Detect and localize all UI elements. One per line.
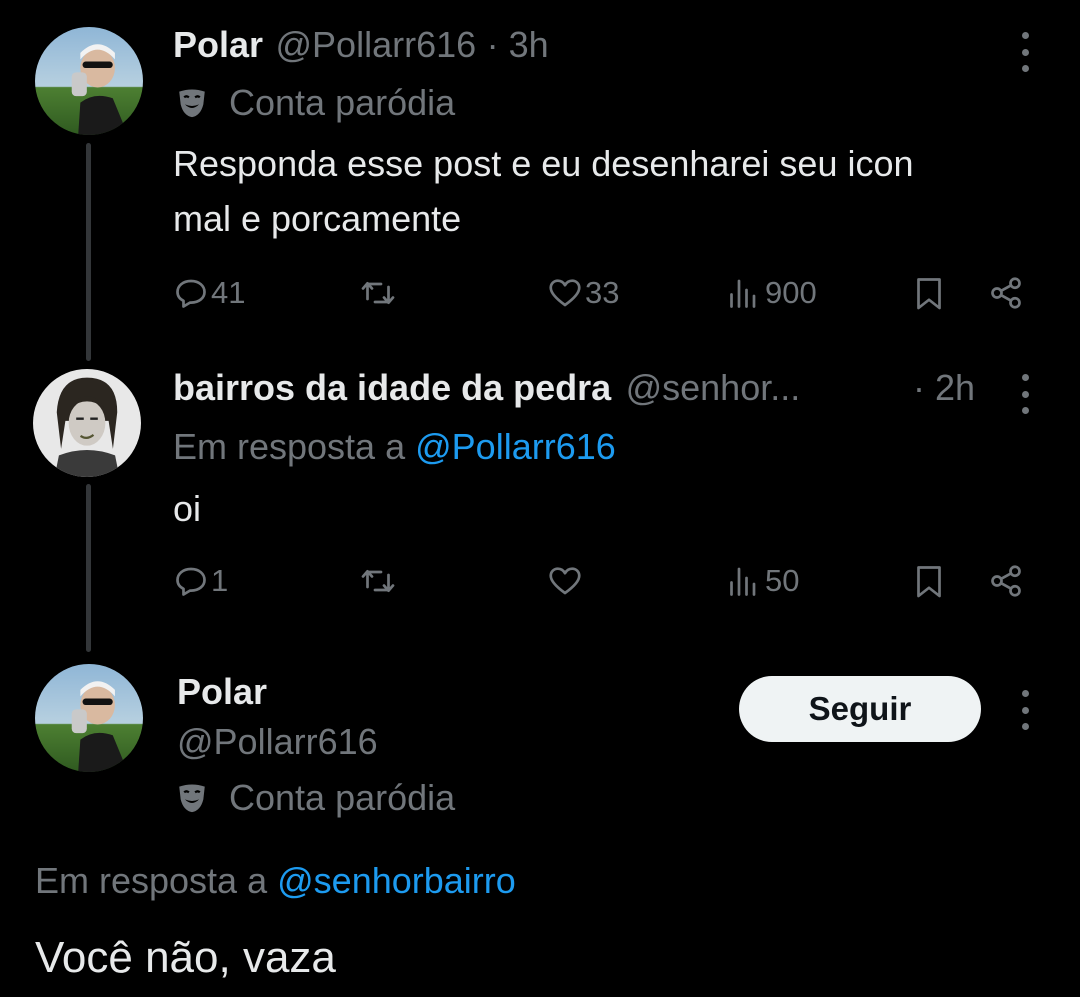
heart-icon (549, 567, 581, 595)
tweet-text-line: mal e porcamente (173, 198, 462, 239)
heart-icon (549, 279, 581, 307)
thread-line (86, 143, 91, 361)
avatar[interactable] (33, 369, 141, 477)
like-count: 33 (585, 275, 620, 310)
reply-to-link[interactable]: @senhorbairro (277, 860, 516, 901)
share-icon (991, 277, 1021, 309)
bookmark-icon (917, 278, 941, 310)
author-name[interactable]: Polar (173, 24, 263, 65)
parody-label: Conta paródia (229, 82, 456, 123)
tweet-text-line: Responda esse post e eu desenharei seu i… (173, 143, 914, 184)
retweet-icon (361, 569, 395, 593)
more-icon[interactable] (1018, 32, 1032, 72)
retweet-button[interactable] (360, 563, 398, 599)
avatar[interactable] (35, 664, 143, 772)
tweet-text: Você não, vaza (35, 933, 336, 982)
tweet-header: Polar @Pollarr616 · 3h (173, 24, 549, 66)
views-icon (730, 567, 756, 596)
thread-line (86, 484, 91, 652)
reply-prefix: Em resposta a (35, 860, 268, 901)
parody-badge: Conta paródia (175, 777, 455, 819)
retweet-button[interactable] (360, 275, 398, 311)
thread-view: Polar @Pollarr616 · 3h Conta paródia Res… (0, 0, 1080, 997)
follow-button[interactable]: Seguir (739, 676, 981, 742)
parody-label: Conta paródia (229, 777, 456, 818)
tweet-header: bairros da idade da pedra @senhor... (173, 367, 800, 409)
parody-mask-icon (179, 89, 205, 118)
author-handle[interactable]: @Pollarr616 (177, 721, 378, 763)
share-button[interactable] (988, 275, 1024, 311)
more-icon[interactable] (1018, 374, 1032, 414)
tweet-text: Responda esse post e eu desenharei seu i… (173, 136, 914, 246)
views-button[interactable]: 50 (727, 563, 799, 599)
views-count: 50 (765, 563, 800, 598)
parody-mask-icon (179, 784, 205, 813)
share-icon (991, 565, 1021, 597)
reply-button[interactable]: 1 (173, 563, 228, 599)
reply-count: 1 (211, 563, 229, 598)
author-handle[interactable]: @senhor... (626, 367, 801, 408)
reply-context: Em resposta a @Pollarr616 (173, 426, 616, 468)
author-name[interactable]: bairros da idade da pedra (173, 367, 611, 408)
reply-to-link[interactable]: @Pollarr616 (415, 426, 616, 467)
author-handle[interactable]: @Pollarr616 (276, 24, 477, 65)
bookmark-icon (917, 566, 941, 598)
tweet-time[interactable]: · 3h (487, 24, 549, 65)
reply-context: Em resposta a @senhorbairro (35, 860, 516, 902)
views-count: 900 (765, 275, 817, 310)
parody-badge: Conta paródia (175, 82, 455, 124)
avatar[interactable] (35, 27, 143, 135)
retweet-icon (361, 281, 395, 305)
reply-prefix: Em resposta a (173, 426, 406, 467)
share-button[interactable] (988, 563, 1024, 599)
reply-icon (176, 567, 206, 596)
like-button[interactable] (547, 563, 585, 599)
reply-button[interactable]: 41 (173, 275, 245, 311)
more-icon[interactable] (1018, 690, 1032, 730)
tweet-time[interactable]: · 2h (913, 367, 975, 409)
views-button[interactable]: 900 (727, 275, 817, 311)
tweet-text: oi (173, 488, 202, 529)
author-name[interactable]: Polar (177, 671, 267, 713)
like-button[interactable]: 33 (547, 275, 619, 311)
reply-icon (176, 279, 206, 308)
views-icon (730, 279, 756, 308)
bookmark-button[interactable] (911, 275, 947, 311)
bookmark-button[interactable] (911, 563, 947, 599)
reply-count: 41 (211, 275, 246, 310)
